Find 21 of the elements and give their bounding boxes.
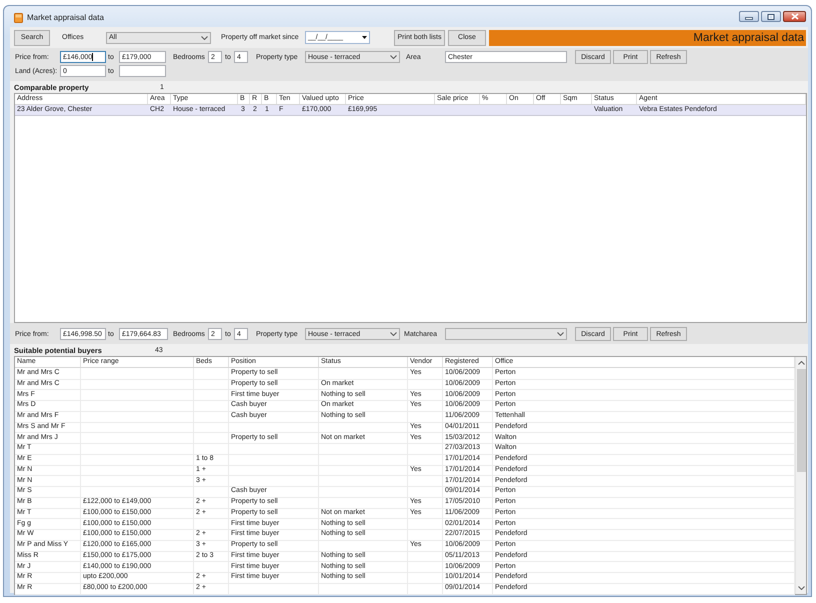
minimize-button[interactable] bbox=[739, 11, 759, 22]
app-icon bbox=[14, 12, 23, 22]
text-cursor bbox=[92, 53, 94, 61]
window-close-button[interactable] bbox=[783, 11, 806, 22]
window-title: Market appraisal data bbox=[27, 13, 104, 22]
chevron-down-icon[interactable] bbox=[390, 332, 397, 336]
maximize-button[interactable] bbox=[761, 11, 781, 22]
chevron-down-icon[interactable] bbox=[390, 55, 397, 59]
land-to-field[interactable] bbox=[119, 65, 166, 77]
caret-down-icon[interactable] bbox=[362, 36, 367, 39]
chevron-down-icon[interactable] bbox=[798, 586, 804, 590]
empty-cell bbox=[194, 368, 229, 380]
chevron-up-icon[interactable] bbox=[798, 361, 804, 365]
close-icon[interactable] bbox=[790, 13, 798, 20]
chevron-down-icon[interactable] bbox=[201, 36, 208, 40]
maximize-icon[interactable] bbox=[767, 14, 775, 20]
scrollbar-thumb[interactable] bbox=[796, 369, 806, 472]
vertical-scrollbar[interactable] bbox=[795, 357, 806, 594]
empty-cell bbox=[408, 583, 443, 594]
title-banner: Market appraisal data bbox=[489, 30, 806, 46]
chevron-down-icon[interactable] bbox=[557, 332, 564, 336]
